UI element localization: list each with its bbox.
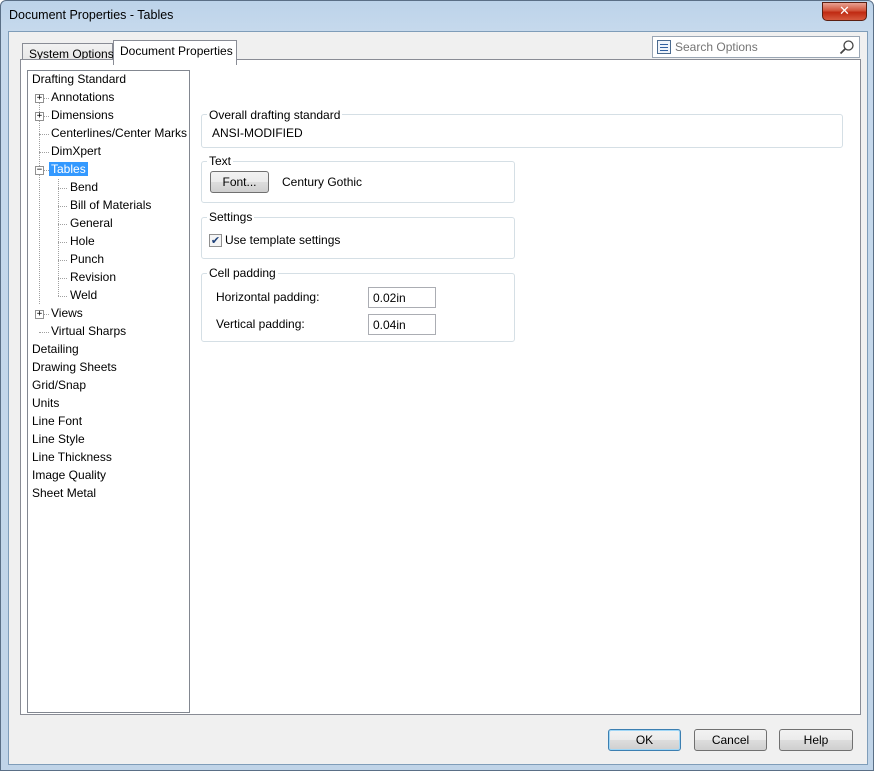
dialog-window: Document Properties - Tables ✕ System Op… [0, 0, 874, 771]
tree-item-label: Dimensions [51, 108, 114, 122]
tree-item-label: Bill of Materials [70, 198, 152, 212]
tree-item-bill-of-materials[interactable]: Bill of Materials [70, 197, 151, 214]
vertical-padding-input[interactable] [368, 314, 436, 335]
font-name: Century Gothic [282, 175, 363, 189]
tree-item-bend[interactable]: Bend [70, 179, 98, 196]
close-icon: ✕ [839, 4, 850, 19]
font-button[interactable]: Font... [210, 171, 269, 193]
tree-item-revision[interactable]: Revision [70, 269, 116, 286]
tree-item-label: DimXpert [51, 144, 102, 158]
tree-item-dimensions[interactable]: Dimensions [51, 107, 114, 124]
tree-item-label: Line Font [32, 414, 83, 428]
list-icon [657, 40, 671, 54]
window-title: Document Properties - Tables [9, 8, 174, 22]
tree-item-grid-snap[interactable]: Grid/Snap [32, 377, 86, 394]
document-properties-panel: Drafting Standard + Annotations + Dimens… [20, 59, 861, 715]
tree-item-label: Line Thickness [32, 450, 112, 464]
tree-item-units[interactable]: Units [32, 395, 59, 412]
tree-item-tables[interactable]: Tables [49, 161, 88, 178]
tree-item-label: Detailing [32, 342, 79, 356]
tree-item-label: Line Style [32, 432, 85, 446]
tree-item-label: Weld [70, 288, 98, 302]
tree-item-label: Virtual Sharps [51, 324, 127, 338]
tree-item-drafting-standard[interactable]: Drafting Standard [32, 71, 126, 88]
tree-item-label: Bend [70, 180, 99, 194]
tree-item-views[interactable]: Views [51, 305, 83, 322]
tree-item-label: Annotations [51, 90, 115, 104]
tree-item-dimxpert[interactable]: DimXpert [51, 143, 101, 160]
options-tree[interactable]: Drafting Standard + Annotations + Dimens… [27, 70, 190, 713]
expand-icon[interactable]: + [35, 310, 44, 319]
horizontal-padding-input[interactable] [368, 287, 436, 308]
tree-item-virtual-sharps[interactable]: Virtual Sharps [51, 323, 126, 340]
cell-padding-group [201, 273, 515, 342]
dialog-client-area: System Options Document Properties Searc… [8, 31, 868, 765]
close-button[interactable]: ✕ [822, 2, 867, 21]
use-template-checkbox[interactable]: ✔ [209, 234, 222, 247]
tree-item-label: Drawing Sheets [32, 360, 117, 374]
tree-item-line-thickness[interactable]: Line Thickness [32, 449, 112, 466]
tree-item-label: Image Quality [32, 468, 107, 482]
use-template-label[interactable]: Use template settings [225, 233, 340, 247]
overall-standard-value: ANSI-MODIFIED [212, 126, 303, 140]
expand-icon[interactable]: + [35, 112, 44, 121]
horizontal-padding-label: Horizontal padding: [216, 290, 320, 304]
tree-item-centerlines[interactable]: Centerlines/Center Marks [51, 125, 187, 142]
cell-padding-label: Cell padding [207, 266, 278, 280]
collapse-icon[interactable]: − [35, 166, 44, 175]
tree-item-annotations[interactable]: Annotations [51, 89, 114, 106]
search-input[interactable] [675, 39, 835, 55]
tree-item-label: Sheet Metal [32, 486, 97, 500]
title-bar[interactable]: Document Properties - Tables ✕ [1, 1, 873, 31]
settings-group-label: Settings [207, 210, 255, 224]
search-options-box[interactable] [652, 36, 860, 58]
tree-item-label: Centerlines/Center Marks [51, 126, 188, 140]
tree-item-label: Grid/Snap [32, 378, 87, 392]
tree-item-label: General [70, 216, 113, 230]
help-button[interactable]: Help [779, 729, 853, 751]
tree-item-label: Hole [70, 234, 95, 248]
tree-item-line-font[interactable]: Line Font [32, 413, 82, 430]
tree-item-image-quality[interactable]: Image Quality [32, 467, 106, 484]
text-group-label: Text [207, 154, 234, 168]
tree-item-label: Tables [49, 162, 88, 176]
tree-item-label: Units [32, 396, 60, 410]
search-icon[interactable] [839, 39, 855, 55]
tree-item-hole[interactable]: Hole [70, 233, 95, 250]
tree-item-punch[interactable]: Punch [70, 251, 104, 268]
tree-item-label: Views [51, 306, 83, 320]
tree-item-sheet-metal[interactable]: Sheet Metal [32, 485, 96, 502]
tree-item-label: Drafting Standard [32, 72, 127, 86]
ok-button[interactable]: OK [608, 729, 681, 751]
tree-item-detailing[interactable]: Detailing [32, 341, 79, 358]
tab-label: Document Properties [120, 44, 233, 58]
tree-item-line-style[interactable]: Line Style [32, 431, 85, 448]
tree-item-drawing-sheets[interactable]: Drawing Sheets [32, 359, 117, 376]
expand-icon[interactable]: + [35, 94, 44, 103]
vertical-padding-label: Vertical padding: [216, 317, 305, 331]
overall-standard-label: Overall drafting standard [207, 108, 343, 122]
cancel-button[interactable]: Cancel [694, 729, 767, 751]
tree-item-label: Punch [70, 252, 105, 266]
tree-item-weld[interactable]: Weld [70, 287, 97, 304]
tree-item-general[interactable]: General [70, 215, 113, 232]
tree-item-label: Revision [70, 270, 117, 284]
tab-document-properties[interactable]: Document Properties [113, 40, 237, 65]
